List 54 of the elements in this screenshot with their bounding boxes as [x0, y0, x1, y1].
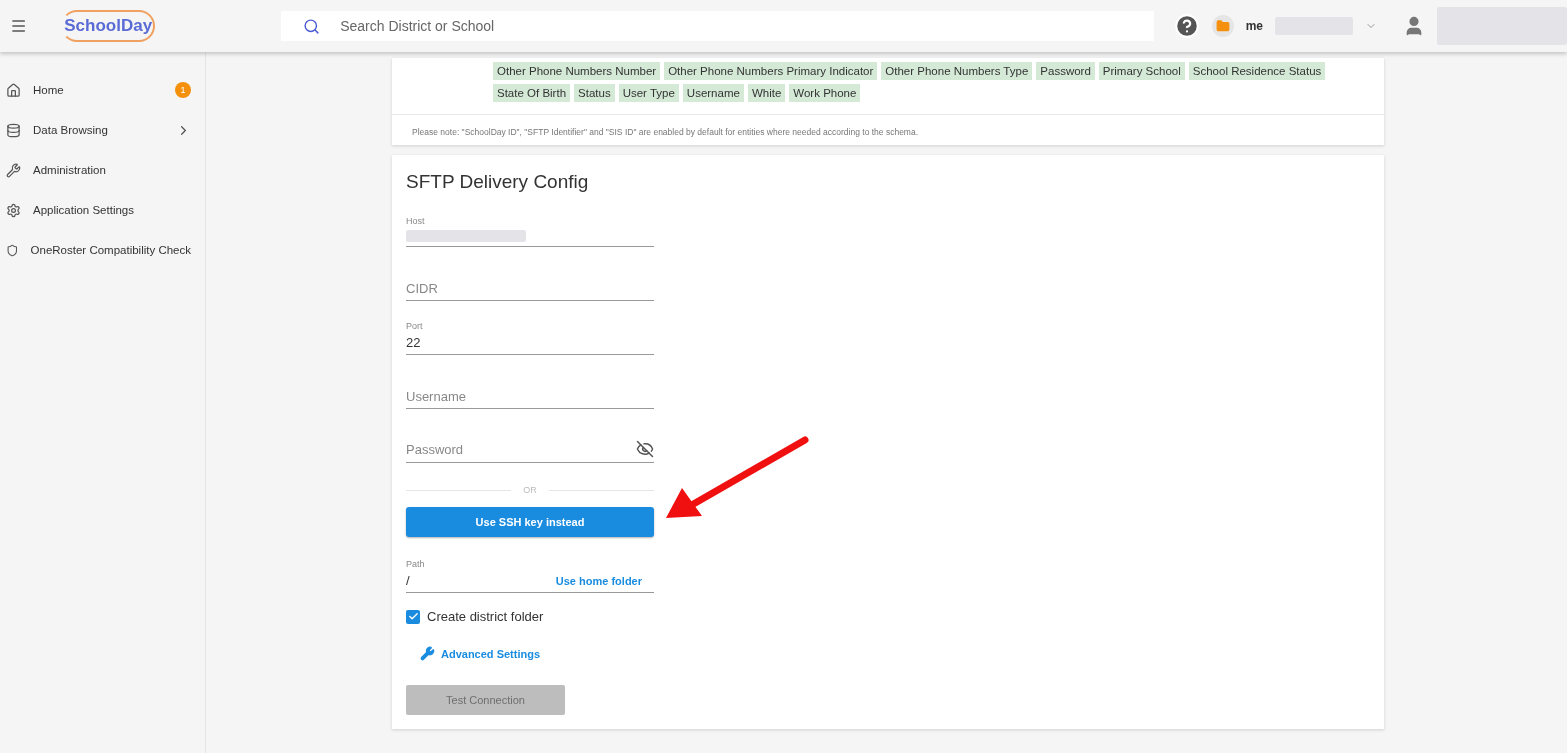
- field-tag: Status: [574, 84, 615, 102]
- input-field[interactable]: CIDR: [406, 247, 654, 301]
- checkbox[interactable]: [406, 609, 420, 624]
- shield-icon: [6, 242, 19, 258]
- field-tag: Primary School: [1098, 62, 1185, 80]
- hide-password-icon[interactable]: [636, 440, 654, 458]
- host-field[interactable]: Host: [406, 193, 654, 247]
- ssh-key-button[interactable]: Use SSH key instead: [406, 507, 654, 537]
- divider-label: OR: [523, 485, 537, 495]
- field-tag: School Residence Status: [1188, 62, 1326, 80]
- field-tag: Other Phone Numbers Primary Indicator: [664, 62, 878, 80]
- field-tag: Other Phone Numbers Type: [881, 62, 1033, 80]
- field-tag: Work Phone: [789, 84, 861, 102]
- note-text: Please note: "SchoolDay ID", "SFTP Identifier" and "SIS ID" are enabled by default for entities where needed according to the schema.: [392, 114, 1384, 141]
- field-placeholder: Password: [406, 441, 464, 457]
- field-value: /: [406, 573, 410, 588]
- field-tag: Username: [682, 84, 744, 102]
- field-tag: Password: [1036, 62, 1095, 80]
- port-field[interactable]: Port 22: [406, 301, 654, 355]
- field-tag: User Type: [618, 84, 679, 102]
- field-value: 22: [406, 335, 422, 350]
- help-icon[interactable]: [1173, 13, 1200, 39]
- field-label: Path: [406, 559, 426, 569]
- path-field[interactable]: Path / Use home folder: [406, 537, 654, 593]
- input-field[interactable]: Username: [406, 355, 654, 409]
- field-placeholder: Username: [406, 389, 467, 404]
- database-icon: [6, 122, 21, 138]
- notification-badge: 1: [175, 82, 191, 98]
- sidebar-item[interactable]: Application Settings: [0, 190, 205, 230]
- sidebar-item[interactable]: Administration: [0, 150, 205, 190]
- field-tag: White: [747, 84, 786, 102]
- checkbox-label: Create district folder: [427, 609, 544, 624]
- settings-icon: [6, 202, 21, 218]
- field-tag: State Of Birth: [493, 84, 571, 102]
- account-name[interactable]: me: [1245, 19, 1263, 33]
- search-placeholder: Search District or School: [340, 18, 495, 34]
- search-icon: [303, 17, 321, 35]
- sidebar-item[interactable]: Home 1: [0, 70, 205, 110]
- field-placeholder: CIDR: [406, 281, 439, 296]
- advanced-settings-link[interactable]: Advanced Settings: [441, 647, 541, 660]
- sidebar-item[interactable]: Data Browsing: [0, 110, 205, 150]
- wrench-icon: [420, 646, 435, 661]
- search-field[interactable]: Search District or School: [281, 11, 1154, 41]
- tools-icon: [6, 162, 21, 178]
- field-label: Port: [406, 321, 424, 331]
- home-folder-link[interactable]: Use home folder: [555, 574, 642, 587]
- field-label: Host: [406, 216, 426, 226]
- sidebar-item[interactable]: OneRoster Compatibility Check: [0, 230, 205, 270]
- password-field[interactable]: Password: [406, 409, 654, 463]
- card-title: SFTP Delivery Config: [406, 171, 590, 193]
- folder-avatar[interactable]: [1211, 15, 1234, 37]
- field-tag: Other Phone Numbers Number: [493, 62, 661, 80]
- menu-icon[interactable]: [10, 17, 28, 35]
- home-icon: [6, 82, 21, 98]
